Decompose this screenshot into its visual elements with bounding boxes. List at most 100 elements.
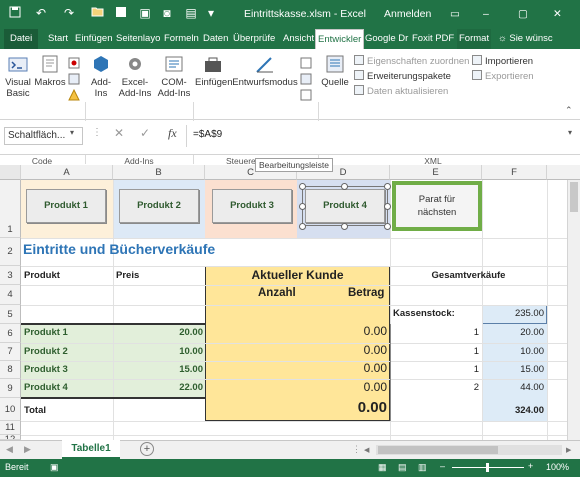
- column-header-b[interactable]: B: [113, 165, 205, 180]
- customize-quickaccess-icon[interactable]: ▾: [204, 6, 218, 20]
- ready-for-next-button[interactable]: Parat für nächsten: [392, 181, 482, 231]
- sales-total[interactable]: 10.00: [482, 346, 544, 357]
- excel-addins-button[interactable]: Excel-Add-Ins: [116, 53, 154, 99]
- product-2-button[interactable]: Produkt 2: [119, 189, 199, 223]
- map-properties-button[interactable]: Eigenschaften zuordnen: [354, 55, 469, 68]
- normal-view-icon[interactable]: ▦: [378, 462, 387, 473]
- tab-view[interactable]: Ansicht: [283, 29, 314, 49]
- header-price[interactable]: Preis: [116, 270, 139, 281]
- relative-reference-icon[interactable]: [68, 73, 80, 88]
- refresh-data-button[interactable]: Daten aktualisieren: [354, 85, 448, 98]
- row-header-4[interactable]: 4: [0, 285, 21, 305]
- quantity-header[interactable]: Anzahl: [258, 287, 296, 299]
- sold-count[interactable]: 1: [390, 364, 479, 375]
- cash-label[interactable]: Kassenstock:: [393, 308, 455, 319]
- macro-security-icon[interactable]: [68, 88, 80, 104]
- more-options-icon[interactable]: ⋮: [92, 127, 102, 138]
- zoom-out-icon[interactable]: –: [440, 461, 445, 471]
- camera-icon[interactable]: ◙: [160, 6, 174, 20]
- row-header-8[interactable]: 8: [0, 361, 21, 379]
- tab-foxit-pdf[interactable]: Foxit PDF: [412, 29, 454, 49]
- tab-data[interactable]: Daten: [203, 29, 228, 49]
- hscroll-right-icon[interactable]: ▶: [566, 446, 571, 454]
- insert-function-icon[interactable]: fx: [168, 126, 177, 141]
- tab-format[interactable]: Format: [457, 29, 492, 49]
- view-code-icon[interactable]: [300, 73, 312, 88]
- product-name[interactable]: Produkt 1: [24, 327, 68, 338]
- resize-handle[interactable]: [384, 183, 391, 190]
- sales-total[interactable]: 44.00: [482, 382, 544, 393]
- product-name[interactable]: Produkt 2: [24, 346, 68, 357]
- addins-button[interactable]: Add-Ins: [88, 53, 114, 99]
- current-customer-header[interactable]: Aktueller Kunde: [205, 268, 390, 282]
- row-header-6[interactable]: 6: [0, 324, 21, 343]
- total-label[interactable]: Total: [24, 405, 46, 416]
- sold-count[interactable]: 1: [390, 346, 479, 357]
- close-icon[interactable]: ✕: [553, 8, 562, 20]
- sheet-title[interactable]: Eintritte und Bücherverkäufe: [23, 241, 215, 257]
- cancel-icon[interactable]: ✕: [114, 126, 124, 140]
- scroll-right-icon[interactable]: ▶: [24, 444, 31, 455]
- scroll-left-icon[interactable]: ◀: [6, 444, 13, 455]
- insert-control-button[interactable]: Einfügen: [195, 53, 233, 88]
- tab-formulas[interactable]: Formeln: [164, 29, 199, 49]
- cash-value[interactable]: 235.00: [482, 308, 544, 319]
- amount-header[interactable]: Betrag: [348, 287, 384, 299]
- horizontal-scrollbar[interactable]: [376, 445, 562, 455]
- row-header-7[interactable]: 7: [0, 343, 21, 361]
- tab-page-layout[interactable]: Seitenlayo: [116, 29, 162, 49]
- select-all-corner[interactable]: [0, 165, 21, 180]
- visual-basic-button[interactable]: Visual Basic: [3, 53, 33, 99]
- export-button[interactable]: Exportieren: [472, 70, 534, 83]
- product-price[interactable]: 15.00: [113, 364, 203, 375]
- zoom-level[interactable]: 100%: [546, 462, 569, 472]
- enter-icon[interactable]: ✓: [140, 126, 150, 140]
- design-mode-button[interactable]: Entwurfsmodus: [232, 53, 298, 88]
- resize-handle[interactable]: [341, 223, 348, 230]
- product-3-button[interactable]: Produkt 3: [212, 189, 292, 223]
- tab-file[interactable]: Datei: [4, 29, 39, 49]
- customer-amount[interactable]: 0.00: [297, 343, 387, 357]
- total-sales-value[interactable]: 324.00: [482, 405, 544, 416]
- zoom-in-icon[interactable]: +: [528, 461, 533, 471]
- row-header-2[interactable]: 2: [0, 238, 21, 266]
- tab-google-drive[interactable]: Google Dr: [365, 29, 409, 49]
- resize-handle[interactable]: [384, 203, 391, 210]
- sign-in-link[interactable]: Anmelden: [384, 8, 431, 20]
- spreadsheet-grid[interactable]: A B C D E F 1 2 3 4 5 6 7 8 9 10 11 12 P…: [0, 165, 580, 440]
- run-dialog-icon[interactable]: [300, 89, 312, 104]
- resize-handle[interactable]: [341, 183, 348, 190]
- tab-developer[interactable]: Entwickler: [315, 29, 365, 49]
- com-addins-button[interactable]: COM-Add-Ins: [155, 53, 193, 99]
- print-preview-icon[interactable]: ▣: [138, 6, 152, 20]
- sheet-tab-tabelle1[interactable]: Tabelle1: [62, 440, 120, 459]
- customer-amount[interactable]: 0.00: [297, 380, 387, 394]
- product-price[interactable]: 20.00: [113, 327, 203, 338]
- row-header-5[interactable]: 5: [0, 305, 21, 324]
- product-4-button[interactable]: Produkt 4: [302, 186, 388, 226]
- header-product[interactable]: Produkt: [24, 270, 60, 281]
- column-header-a[interactable]: A: [21, 165, 113, 180]
- tab-start[interactable]: Start: [48, 29, 68, 49]
- vertical-scrollbar[interactable]: [567, 180, 580, 440]
- macro-recording-icon[interactable]: ▣: [50, 462, 59, 473]
- scrollbar-thumb[interactable]: [378, 446, 498, 454]
- xml-source-button[interactable]: Quelle: [320, 53, 350, 88]
- import-button[interactable]: Importieren: [472, 55, 533, 68]
- maximize-icon[interactable]: ▢: [518, 8, 528, 20]
- resize-handle[interactable]: [384, 223, 391, 230]
- zoom-slider-thumb[interactable]: [486, 463, 489, 472]
- minimize-icon[interactable]: –: [483, 8, 489, 20]
- page-break-view-icon[interactable]: ▥: [418, 462, 427, 473]
- resize-handle[interactable]: [299, 183, 306, 190]
- expand-formula-bar-icon[interactable]: ▾: [568, 128, 572, 137]
- row-header-1[interactable]: 1: [0, 180, 21, 238]
- expansion-packs-button[interactable]: Erweiterungspakete: [354, 70, 451, 83]
- column-header-e[interactable]: E: [390, 165, 482, 180]
- resize-handle[interactable]: [299, 203, 306, 210]
- tab-review[interactable]: Überprüfe: [233, 29, 278, 49]
- total-amount[interactable]: 0.00: [297, 399, 387, 416]
- sales-total[interactable]: 20.00: [482, 327, 544, 338]
- scrollbar-thumb[interactable]: [570, 182, 578, 212]
- customer-amount[interactable]: 0.00: [297, 361, 387, 375]
